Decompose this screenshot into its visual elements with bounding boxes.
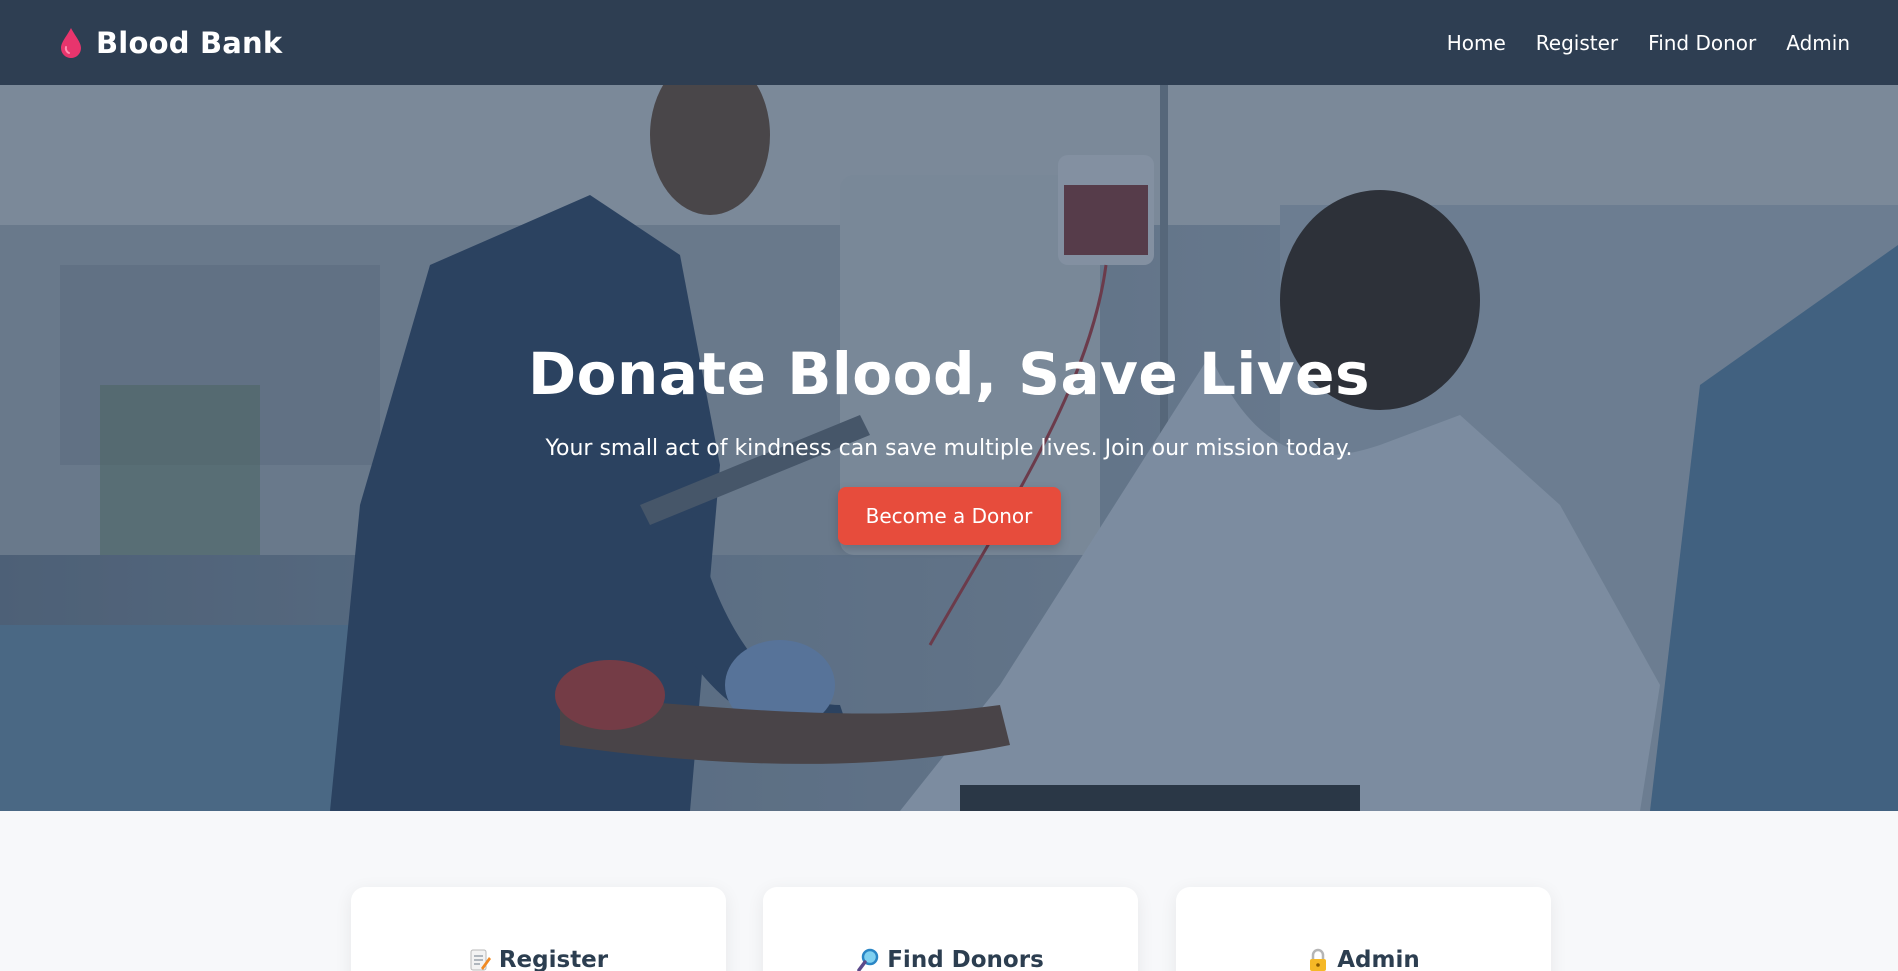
main-nav: Home Register Find Donor Admin <box>1447 31 1850 55</box>
navbar: Blood Bank Home Register Find Donor Admi… <box>0 0 1898 85</box>
card-heading: Register <box>469 945 608 971</box>
hero-subtitle: Your small act of kindness can save mult… <box>545 436 1353 461</box>
brand[interactable]: Blood Bank <box>60 26 282 60</box>
register-card-title: Register <box>498 947 609 971</box>
nav-admin-link[interactable]: Admin <box>1786 31 1850 55</box>
admin-card[interactable]: Admin <box>1176 887 1551 971</box>
magnifier-icon <box>857 948 879 971</box>
card-heading: Find Donors <box>857 945 1044 971</box>
nav-home-link[interactable]: Home <box>1447 31 1506 55</box>
card-heading: Admin <box>1307 945 1420 971</box>
hero-section: Donate Blood, Save Lives Your small act … <box>0 85 1898 811</box>
nav-register-link[interactable]: Register <box>1536 31 1618 55</box>
nav-find-donor-link[interactable]: Find Donor <box>1648 31 1756 55</box>
become-donor-button[interactable]: Become a Donor <box>837 487 1061 545</box>
find-donors-card-title: Find Donors <box>887 947 1044 971</box>
hero-title: Donate Blood, Save Lives <box>528 340 1370 408</box>
admin-card-title: Admin <box>1337 947 1420 971</box>
hero-content: Donate Blood, Save Lives Your small act … <box>0 340 1898 545</box>
brand-name: Blood Bank <box>96 25 283 60</box>
register-card[interactable]: Register <box>351 887 726 971</box>
memo-icon <box>470 949 491 971</box>
blood-drop-icon <box>61 27 81 58</box>
find-donors-card[interactable]: Find Donors <box>763 887 1138 971</box>
lock-icon <box>1310 948 1327 971</box>
features-section: Register Find Donors Admin <box>0 811 1898 971</box>
